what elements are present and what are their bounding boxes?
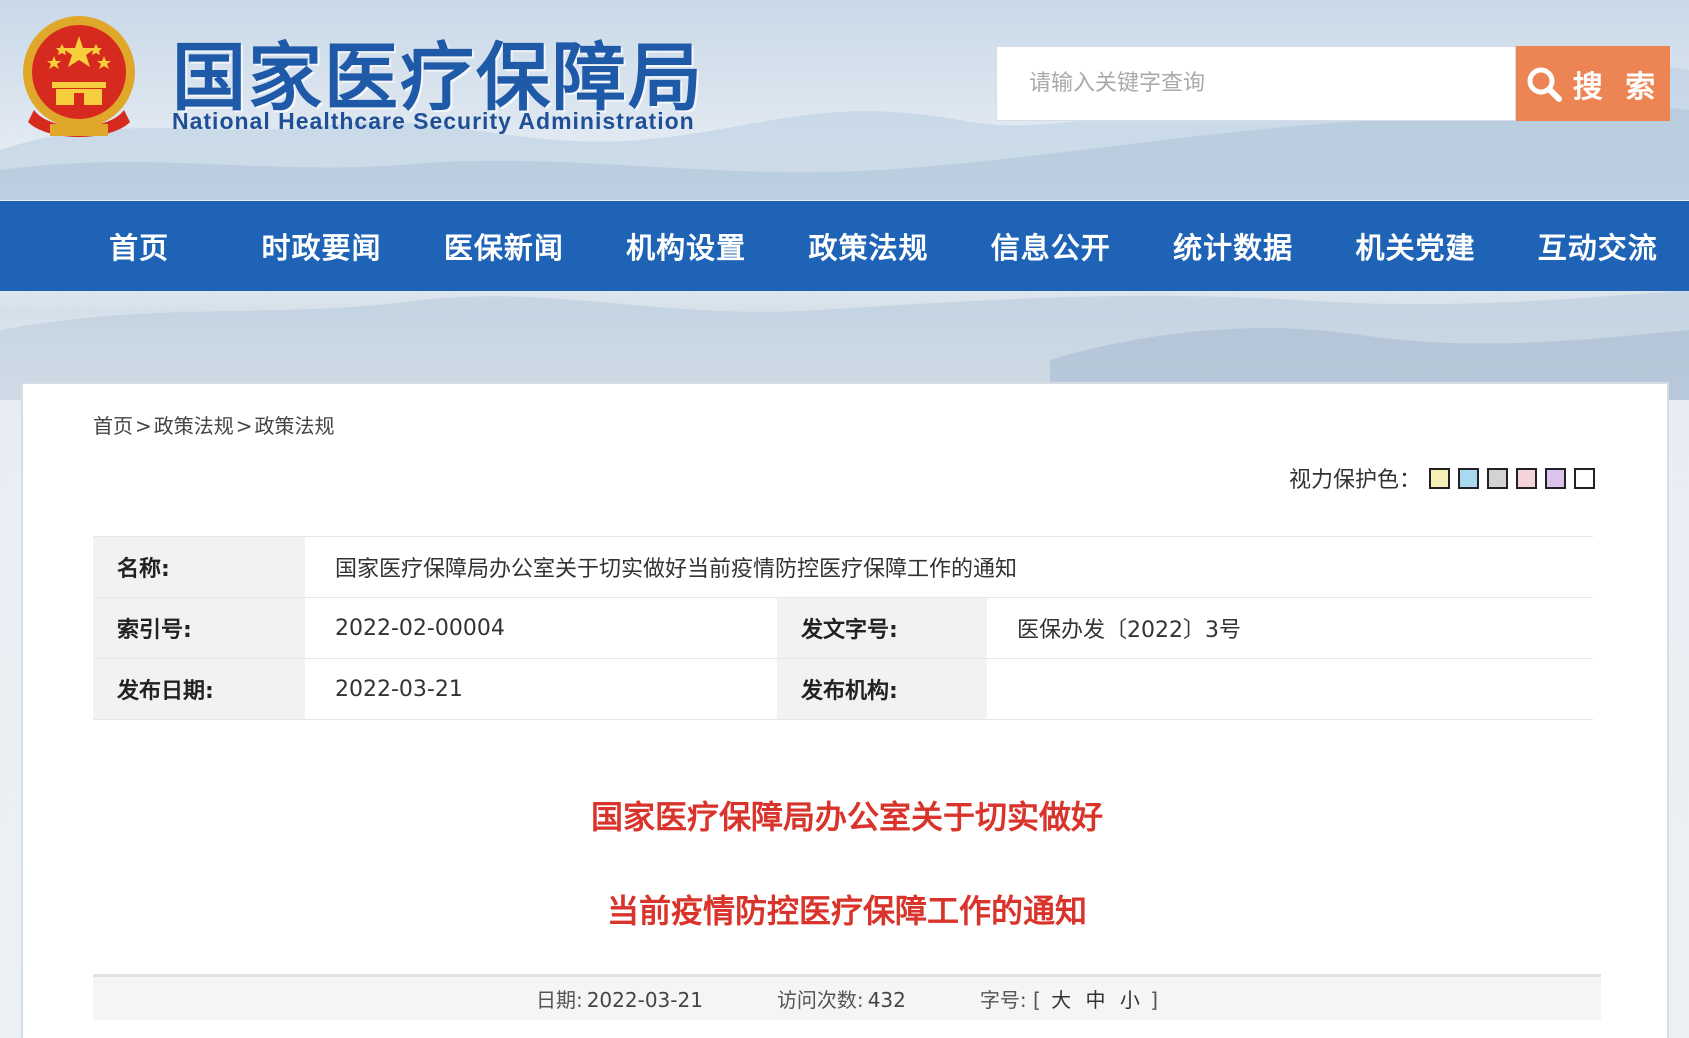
document-meta-table: 名称: 国家医疗保障局办公室关于切实做好当前疫情防控医疗保障工作的通知 索引号:… [93, 536, 1593, 720]
font-size-small[interactable]: 小 [1120, 988, 1140, 1012]
nav-item-party-building[interactable]: 机关党建 [1324, 225, 1506, 267]
meta-date-value: 2022-03-21 [305, 658, 777, 720]
meta-doc-no-value: 医保办发〔2022〕3号 [987, 597, 1593, 659]
swatch-purple[interactable] [1545, 467, 1566, 489]
site-header: 国家医疗保障局 National Healthcare Security Adm… [0, 0, 1689, 200]
font-size-bracket-close: ] [1150, 988, 1159, 1012]
search-button-label: 搜 索 [1572, 69, 1662, 105]
search-box [996, 46, 1516, 121]
info-visits-label: 访问次数: [776, 988, 864, 1012]
national-emblem-icon [23, 16, 135, 137]
nav-item-organization[interactable]: 机构设置 [595, 225, 777, 267]
info-visits-value: 432 [867, 988, 906, 1012]
breadcrumb-separator: > [135, 414, 152, 438]
meta-name-label: 名称: [93, 536, 305, 598]
meta-index-label: 索引号: [93, 597, 305, 659]
breadcrumb-policies[interactable]: 政策法规 [154, 414, 234, 438]
breadcrumb-home[interactable]: 首页 [93, 414, 133, 438]
breadcrumb-separator: > [235, 414, 253, 438]
info-date-label: 日期: [535, 988, 583, 1012]
site-subtitle: National Healthcare Security Administrat… [172, 108, 695, 134]
search-icon [1527, 67, 1562, 102]
breadcrumb-policies-sub[interactable]: 政策法规 [255, 414, 335, 438]
font-size-label: 字号: [979, 988, 1027, 1012]
meta-name-value: 国家医疗保障局办公室关于切实做好当前疫情防控医疗保障工作的通知 [305, 536, 1593, 598]
search-input[interactable] [997, 47, 1515, 120]
meta-row-name: 名称: 国家医疗保障局办公室关于切实做好当前疫情防控医疗保障工作的通知 [93, 536, 1593, 598]
nav-item-disclosure[interactable]: 信息公开 [960, 225, 1142, 267]
article-title-line2: 当前疫情防控医疗保障工作的通知 [606, 892, 1087, 930]
info-visits: 访问次数: 432 [777, 984, 906, 1013]
eye-protection-label: 视力保护色： [1288, 468, 1421, 493]
nav-item-home[interactable]: 首页 [48, 225, 230, 267]
swatch-blue[interactable] [1458, 467, 1479, 489]
meta-doc-no-label: 发文字号: [777, 597, 987, 659]
meta-org-value [987, 658, 1593, 720]
swatch-pink[interactable] [1516, 467, 1537, 489]
nav-item-policies[interactable]: 政策法规 [777, 225, 959, 267]
content-card: 首页 > 政策法规 > 政策法规 视力保护色： 名称: 国家医疗保障局办公室关于切实做好… [21, 382, 1669, 1038]
meta-row-date: 发布日期: 2022-03-21 发布机构: [93, 658, 1593, 720]
meta-index-value: 2022-02-00004 [305, 597, 777, 659]
info-date: 日期: 2022-03-21 [536, 984, 703, 1013]
nav-item-interaction[interactable]: 互动交流 [1507, 225, 1689, 267]
article-title-line1: 国家医疗保障局办公室关于切实做好 [590, 798, 1103, 836]
eye-protection-colors: 视力保护色： [1289, 462, 1595, 494]
meta-org-label: 发布机构: [777, 658, 987, 720]
main-nav: 首页 时政要闻 医保新闻 机构设置 政策法规 信息公开 统计数据 机关党建 互动… [0, 201, 1689, 291]
info-date-value: 2022-03-21 [586, 988, 703, 1012]
nav-item-statistics[interactable]: 统计数据 [1142, 225, 1324, 267]
font-size-bracket-open: [ [1032, 988, 1041, 1012]
font-size-large[interactable]: 大 [1051, 988, 1071, 1012]
article-info-bar: 日期: 2022-03-21 访问次数: 432 字号: [ 大 中 小 ] [93, 974, 1601, 1020]
breadcrumb: 首页 > 政策法规 > 政策法规 [93, 410, 335, 439]
font-size-medium[interactable]: 中 [1086, 988, 1106, 1012]
meta-date-label: 发布日期: [93, 658, 305, 720]
search-button[interactable]: 搜 索 [1516, 46, 1670, 121]
swatch-gray[interactable] [1487, 467, 1508, 489]
nav-item-current-affairs[interactable]: 时政要闻 [230, 225, 412, 267]
font-size-control: 字号: [ 大 中 小 ] [980, 984, 1158, 1013]
swatch-yellow[interactable] [1429, 467, 1450, 489]
nav-item-insurance-news[interactable]: 医保新闻 [413, 225, 595, 267]
swatch-white[interactable] [1574, 467, 1595, 489]
meta-row-index: 索引号: 2022-02-00004 发文字号: 医保办发〔2022〕3号 [93, 597, 1593, 659]
